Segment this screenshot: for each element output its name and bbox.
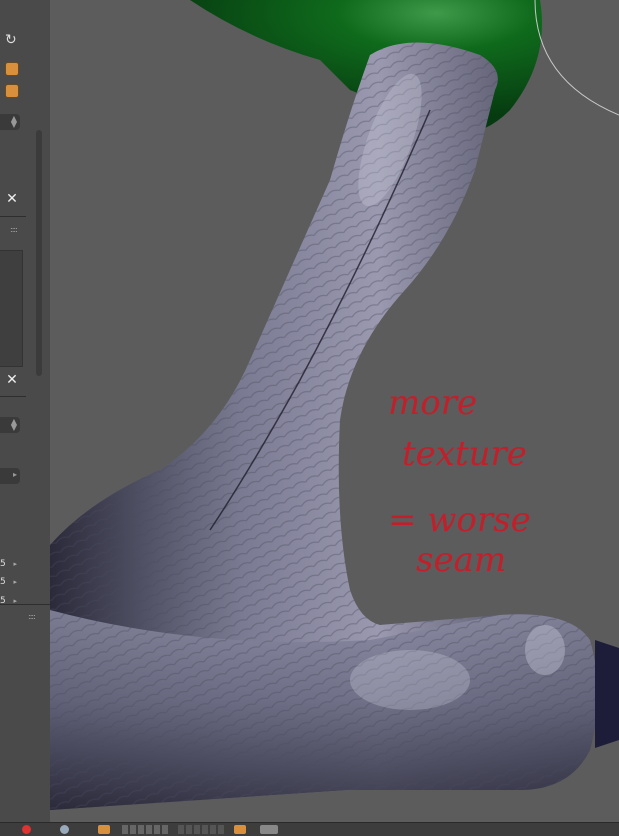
value-field-2[interactable]: ▲ ▼ bbox=[0, 417, 20, 433]
number-field-1[interactable]: 5 ▸ bbox=[0, 557, 20, 571]
toe-cylinder bbox=[595, 640, 619, 748]
3d-viewport[interactable]: more texture = worse seam bbox=[50, 0, 619, 822]
annotation-line-2: texture bbox=[402, 434, 527, 474]
number-value: 5 bbox=[0, 577, 6, 587]
tool-toggle-1[interactable] bbox=[5, 62, 19, 76]
dropdown-field[interactable]: ▸ bbox=[0, 468, 20, 484]
panel-scrollbar[interactable] bbox=[36, 130, 42, 376]
close-icon-1[interactable]: ✕ bbox=[4, 192, 20, 206]
value-field-1[interactable]: ▲ ▼ bbox=[0, 114, 20, 130]
divider-1 bbox=[0, 216, 26, 217]
record-icon[interactable] bbox=[22, 825, 31, 834]
bottom-toolbar bbox=[0, 822, 619, 836]
tool-toggle-2[interactable] bbox=[5, 84, 19, 98]
drag-handle-2[interactable]: :::: bbox=[28, 612, 36, 621]
user-icon[interactable] bbox=[60, 825, 69, 834]
drag-handle-1[interactable]: :::: bbox=[10, 225, 18, 234]
cube-icon[interactable] bbox=[98, 825, 110, 834]
tool-panel: ↻ ▲ ▼ ✕ :::: ✕ ▲ ▼ ▸ 5 ▸ 5 ▸ 5 ▸ :::: bbox=[0, 0, 51, 828]
annotation-line-4: seam bbox=[416, 540, 507, 580]
scale-texture bbox=[50, 42, 598, 810]
divider-3 bbox=[0, 604, 50, 605]
foot-highlight bbox=[350, 650, 470, 710]
circle-outline bbox=[534, 0, 619, 116]
viewport-render bbox=[50, 0, 619, 810]
layer-buttons[interactable] bbox=[122, 825, 170, 834]
number-field-3[interactable]: 5 ▸ bbox=[0, 594, 20, 608]
number-field-2[interactable]: 5 ▸ bbox=[0, 575, 20, 589]
render-icon[interactable] bbox=[260, 825, 278, 834]
toe-highlight bbox=[525, 625, 565, 675]
divider-2 bbox=[0, 396, 26, 397]
close-icon-2[interactable]: ✕ bbox=[4, 373, 20, 387]
refresh-icon[interactable]: ↻ bbox=[5, 32, 21, 48]
layer-buttons-2[interactable] bbox=[178, 825, 226, 834]
annotation-line-3: = worse bbox=[388, 500, 531, 540]
number-value: 5 bbox=[0, 559, 6, 569]
snap-icon[interactable] bbox=[234, 825, 246, 834]
list-box[interactable] bbox=[0, 250, 23, 367]
annotation-line-1: more bbox=[388, 383, 478, 423]
